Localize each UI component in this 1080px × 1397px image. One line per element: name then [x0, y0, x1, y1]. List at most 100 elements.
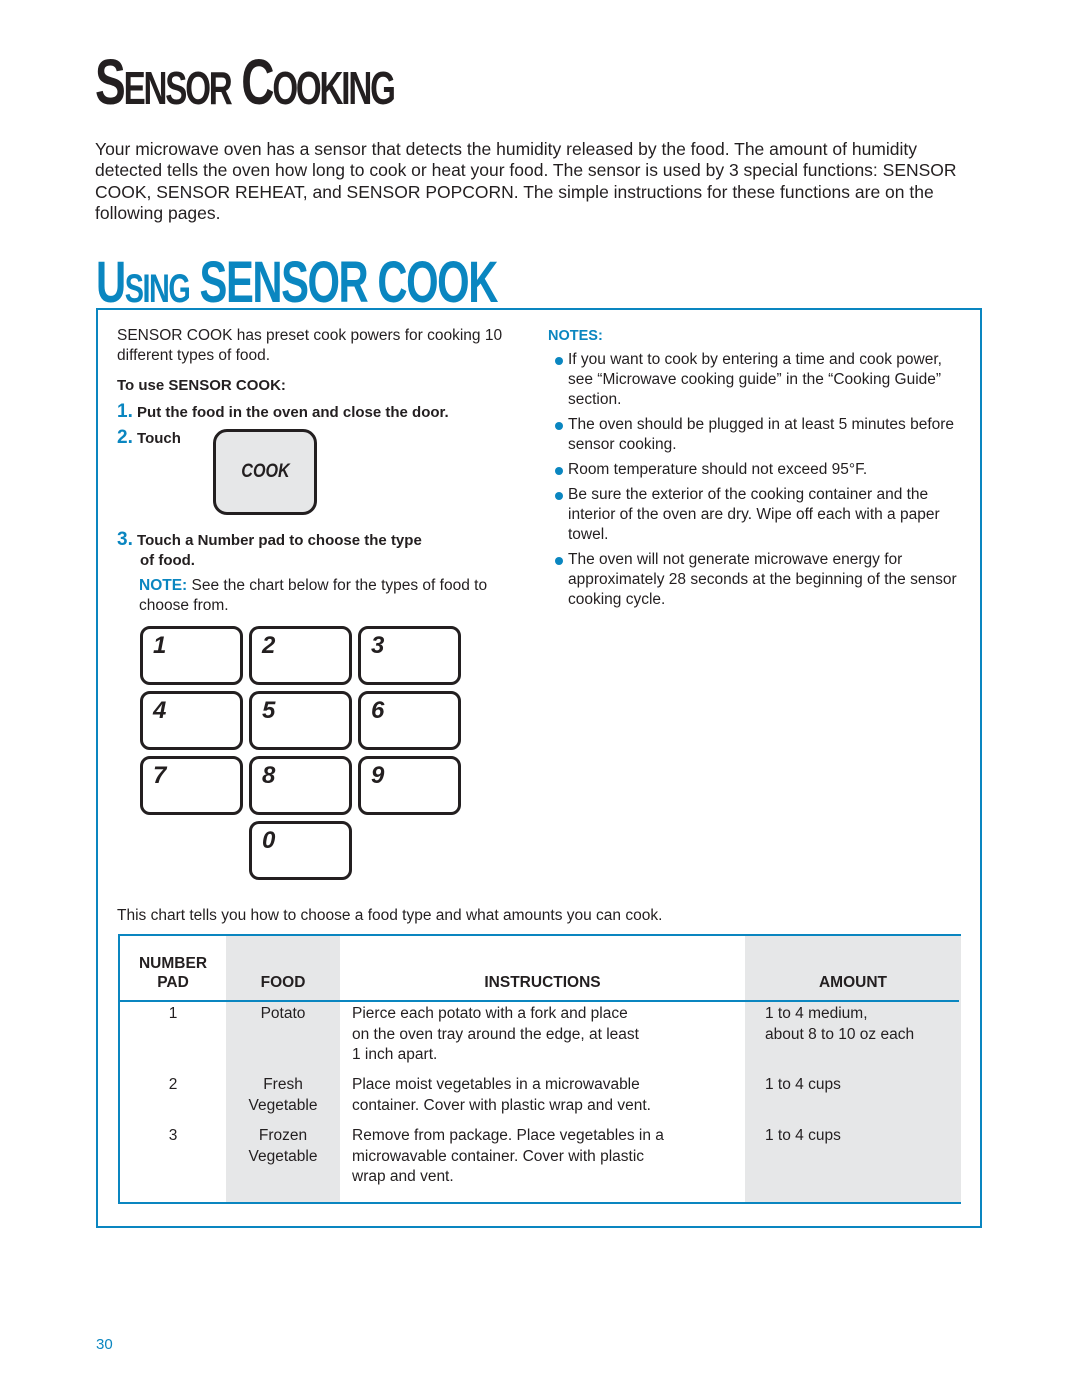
note-item: If you want to cook by entering a time a…	[548, 350, 968, 410]
header-amount: AMOUNT	[818, 974, 888, 991]
cell-instructions-line: microwavable container. Cover with plast…	[352, 1147, 645, 1165]
cell-amount: 1 to 4 medium, about 8 to 10 oz each	[765, 1004, 960, 1045]
key-label: 2	[262, 632, 276, 659]
cell-amount: 1 to 4 cups	[765, 1126, 960, 1147]
cell-instructions: Pierce each potato with a fork and place…	[352, 1004, 742, 1066]
chart-intro: This chart tells you how to choose a foo…	[117, 907, 663, 924]
title-cap-1: S	[95, 46, 126, 118]
note-item: Room temperature should not exceed 95°F.	[548, 460, 968, 480]
keypad-key-6[interactable]: 6	[358, 691, 461, 750]
cell-amount-line: 1 to 4 cups	[765, 1076, 841, 1093]
cell-food: Frozen Vegetable	[226, 1126, 340, 1167]
cell-amount: 1 to 4 cups	[765, 1075, 960, 1096]
cell-number-pad-line: 3	[168, 1127, 178, 1144]
cell-food-line: Vegetable	[248, 1147, 318, 1165]
header-food: FOOD	[260, 974, 306, 991]
cell-amount-line: about 8 to 10 oz each	[765, 1025, 915, 1043]
bullet-icon	[555, 492, 563, 500]
key-label: 1	[153, 632, 167, 659]
step-text: Touch	[137, 430, 181, 447]
notes-section: NOTES: If you want to cook by entering a…	[548, 326, 968, 615]
key-label: 9	[371, 762, 385, 789]
step-number: 2.	[117, 427, 133, 448]
key-label: 7	[153, 762, 167, 789]
cell-food: Fresh Vegetable	[226, 1075, 340, 1116]
notes-heading: NOTES:	[548, 328, 603, 344]
note-text: See the chart below for the types of foo…	[139, 577, 488, 614]
notes-list: If you want to cook by entering a time a…	[548, 350, 968, 610]
header-divider	[120, 1000, 959, 1002]
keypad-key-0[interactable]: 0	[249, 821, 352, 880]
key-label: 6	[371, 697, 385, 724]
title-rest-2: OOKING	[272, 62, 396, 114]
number-keypad: 1 2 3 4 5 6 7 8 9 0	[140, 626, 462, 881]
cell-amount-line: 1 to 4 medium,	[765, 1005, 868, 1022]
keypad-key-1[interactable]: 1	[140, 626, 243, 685]
keypad-key-2[interactable]: 2	[249, 626, 352, 685]
note-item: The oven should be plugged in at least 5…	[548, 415, 968, 455]
header-number-pad: NUMBER PAD	[120, 954, 226, 992]
step-1: 1. Put the food in the oven and close th…	[117, 401, 449, 423]
title-cap-2: C	[241, 46, 274, 118]
subtitle-main: SENSOR COOK	[199, 250, 499, 315]
key-label: 0	[262, 827, 276, 854]
cell-instructions-line: container. Cover with plastic wrap and v…	[352, 1096, 651, 1114]
page-number: 30	[96, 1336, 113, 1353]
cell-instructions-line: Place moist vegetables in a microwavable	[352, 1076, 640, 1093]
cell-instructions-line: wrap and vent.	[352, 1168, 454, 1185]
step-3: 3. Touch a Number pad to choose the type…	[117, 530, 422, 571]
step-3-note: NOTE: See the chart below for the types …	[139, 576, 531, 616]
page-title: SENSOR COOKING	[95, 50, 396, 120]
note-text: The oven will not generate microwave ene…	[568, 551, 957, 608]
cell-food-line: Potato	[260, 1005, 306, 1022]
cook-key[interactable]: COOK	[213, 429, 317, 515]
keypad-key-8[interactable]: 8	[249, 756, 352, 815]
key-label: 3	[371, 632, 385, 659]
bullet-icon	[555, 557, 563, 565]
note-label: NOTE:	[139, 577, 188, 594]
cell-instructions-line: Pierce each potato with a fork and place	[352, 1005, 628, 1022]
cell-instructions-line: 1 inch apart.	[352, 1046, 438, 1063]
cell-instructions: Remove from package. Place vegetables in…	[352, 1126, 742, 1188]
intro-paragraph: Your microwave oven has a sensor that de…	[95, 138, 957, 224]
cell-number-pad: 1	[120, 1004, 226, 1025]
cook-key-label: COOK	[240, 461, 290, 482]
title-rest-1: ENSOR	[123, 62, 233, 114]
header-text: PAD	[157, 974, 189, 991]
cell-instructions-line: Remove from package. Place vegetables in…	[352, 1127, 664, 1144]
step-2: 2. Touch	[117, 427, 181, 449]
header-text: NUMBER	[138, 955, 208, 972]
note-text: Be sure the exterior of the cooking cont…	[568, 486, 940, 543]
cell-amount-line: 1 to 4 cups	[765, 1127, 841, 1144]
note-item: The oven will not generate microwave ene…	[548, 550, 968, 610]
keypad-key-4[interactable]: 4	[140, 691, 243, 750]
bullet-icon	[555, 357, 563, 365]
note-text: The oven should be plugged in at least 5…	[568, 416, 955, 453]
cell-number-pad-line: 2	[168, 1076, 178, 1093]
cell-number-pad: 3	[120, 1126, 226, 1147]
instructions-column: SENSOR COOK has preset cook powers for c…	[117, 326, 537, 366]
keypad-key-7[interactable]: 7	[140, 756, 243, 815]
keypad-key-5[interactable]: 5	[249, 691, 352, 750]
note-text: If you want to cook by entering a time a…	[568, 351, 942, 408]
step-text: Put the food in the oven and close the d…	[137, 404, 449, 421]
cell-food-line: Vegetable	[248, 1096, 318, 1114]
cell-number-pad-line: 1	[168, 1005, 178, 1022]
key-label: 4	[153, 697, 167, 724]
cell-instructions-line: on the oven tray around the edge, at lea…	[352, 1025, 639, 1043]
key-label: 8	[262, 762, 276, 789]
note-item: Be sure the exterior of the cooking cont…	[548, 485, 968, 545]
bullet-icon	[555, 467, 563, 475]
step-text-cont: of food.	[140, 552, 195, 569]
keypad-key-3[interactable]: 3	[358, 626, 461, 685]
key-label: 5	[262, 697, 276, 724]
keypad-key-9[interactable]: 9	[358, 756, 461, 815]
cell-food: Potato	[226, 1004, 340, 1025]
header-instructions: INSTRUCTIONS	[484, 974, 601, 991]
cell-food-line: Frozen	[258, 1127, 308, 1144]
subtitle-cap: U	[96, 250, 126, 315]
note-text: Room temperature should not exceed 95°F.	[568, 461, 868, 478]
food-chart-table: NUMBER PAD FOOD INSTRUCTIONS AMOUNT 1 Pot…	[118, 934, 961, 1204]
step-text: Touch a Number pad to choose the type	[137, 532, 422, 549]
step-number: 1.	[117, 401, 133, 422]
